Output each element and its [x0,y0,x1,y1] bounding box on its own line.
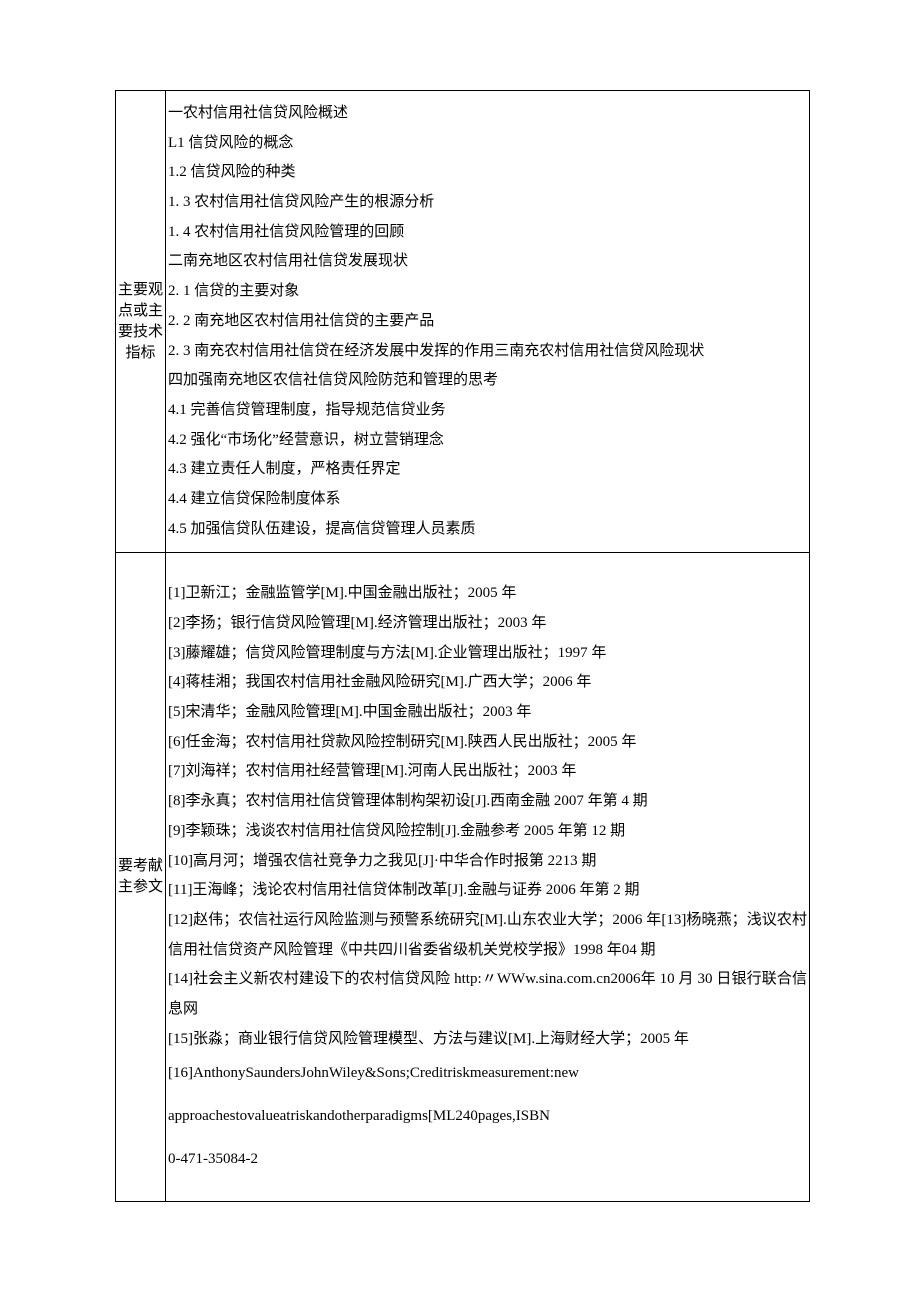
reference-item: [10]高月河；增强农信社竞争力之我见[J]·中华合作时报第 2213 期 [168,847,807,877]
row1-label: 主要观点或主要技术指标 [118,280,163,364]
row1-label-cell: 主要观点或主要技术指标 [116,91,166,553]
reference-item: [6]任金海；农村信用社贷款风险控制研究[M].陕西人民出版社；2005 年 [168,728,807,758]
outline-line: 4.4 建立信贷保险制度体系 [168,485,807,515]
reference-item: [9]李颖珠；浅谈农村信用社信贷风险控制[J].金融参考 2005 年第 12 … [168,817,807,847]
outline-line: 2. 1 信贷的主要对象 [168,277,807,307]
outline-line: 1. 3 农村信用社信贷风险产生的根源分析 [168,188,807,218]
reference-item: [16]AnthonySaundersJohnWiley&Sons;Credit… [168,1054,807,1097]
outline-line: L1 信贷风险的概念 [168,129,807,159]
outline-line: 2. 3 南充农村信用社信贷在经济发展中发挥的作用三南充农村信用社信贷风险现状 [168,337,807,367]
reference-item: approachestovalueatriskandotherparadigms… [168,1097,807,1140]
references-block: [1]卫新江；金融监管学[M].中国金融出版社；2005 年 [2]李扬；银行信… [168,561,807,1193]
row2-label: 要考献主参文 [118,856,163,898]
reference-item: [1]卫新江；金融监管学[M].中国金融出版社；2005 年 [168,579,807,609]
outline-line: 一农村信用社信贷风险概述 [168,99,807,129]
outline-line: 2. 2 南充地区农村信用社信贷的主要产品 [168,307,807,337]
outline-line: 1.2 信贷风险的种类 [168,158,807,188]
reference-item: [5]宋清华；金融风险管理[M].中国金融出版社；2003 年 [168,698,807,728]
reference-item: 0-471-35084-2 [168,1140,807,1183]
outline-line: 4.1 完善信贷管理制度，指导规范信贷业务 [168,396,807,426]
reference-item: [15]张淼；商业银行信贷风险管理模型、方法与建议[M].上海财经大学；2005… [168,1025,807,1055]
reference-item: [7]刘海祥；农村信用社经营管理[M].河南人民出版社；2003 年 [168,757,807,787]
reference-item: [11]王海峰；浅论农村信用社信贷体制改革[J].金融与证券 2006 年第 2… [168,876,807,906]
document-table: 主要观点或主要技术指标 一农村信用社信贷风险概述 L1 信贷风险的概念 1.2 … [115,90,810,1202]
outline-line: 4.2 强化“市场化”经营意识，树立营销理念 [168,426,807,456]
reference-item: [8]李永真；农村信用社信贷管理体制构架初设[J].西南金融 2007 年第 4… [168,787,807,817]
outline-line: 四加强南充地区农信社信贷风险防范和管理的思考 [168,366,807,396]
outline-line: 二南充地区农村信用社信贷发展现状 [168,247,807,277]
row2-label-cell: 要考献主参文 [116,553,166,1202]
outline-line: 4.3 建立责任人制度，严格责任界定 [168,455,807,485]
reference-item: [4]蒋桂湘；我国农村信用社金融风险研究[M].广西大学；2006 年 [168,668,807,698]
reference-item: [2]李扬；银行信贷风险管理[M].经济管理出版社；2003 年 [168,609,807,639]
outline-line: 1. 4 农村信用社信贷风险管理的回顾 [168,218,807,248]
outline-line: 4.5 加强信贷队伍建设，提高信贷管理人员素质 [168,515,807,545]
reference-item: [12]赵伟；农信社运行风险监测与预警系统研究[M].山东农业大学；2006 年… [168,906,807,965]
row1-content-cell: 一农村信用社信贷风险概述 L1 信贷风险的概念 1.2 信贷风险的种类 1. 3… [166,91,810,553]
reference-item: [14]社会主义新农村建设下的农村信贷风险 http:〃WWw.sina.com… [168,965,807,1024]
row2-content-cell: [1]卫新江；金融监管学[M].中国金融出版社；2005 年 [2]李扬；银行信… [166,553,810,1202]
reference-item: [3]藤耀雄；信贷风险管理制度与方法[M].企业管理出版社；1997 年 [168,639,807,669]
